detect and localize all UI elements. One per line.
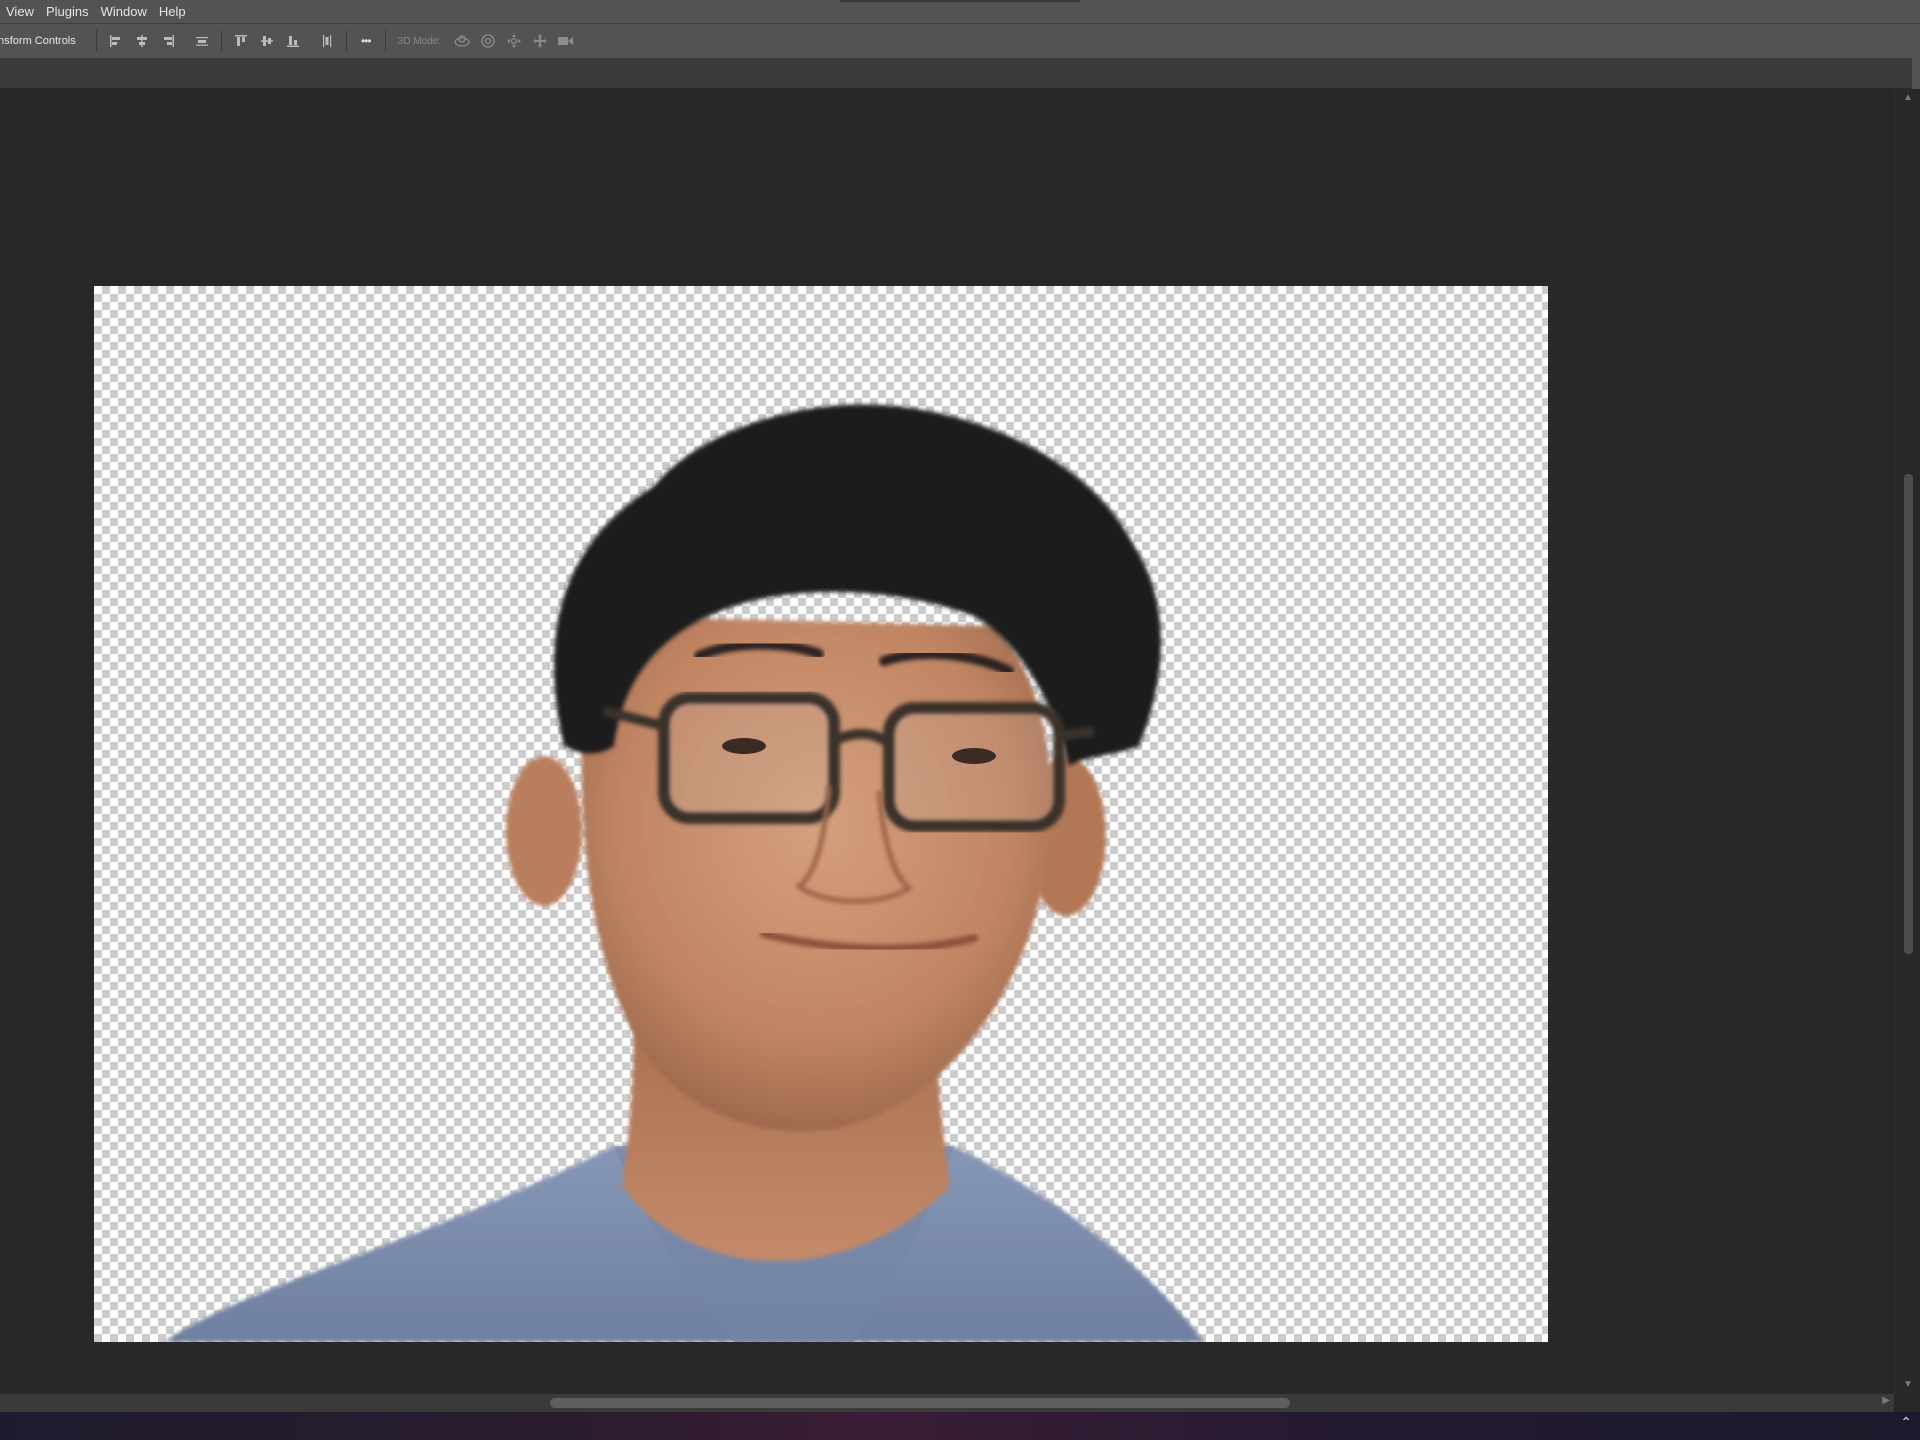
align-vertical-centers-icon[interactable] — [256, 30, 278, 52]
taskbar: ⌃ — [0, 1412, 1920, 1440]
horizontal-scroll-thumb[interactable] — [550, 1398, 1290, 1408]
separator — [220, 30, 222, 52]
horizontal-scrollbar[interactable]: ▶ — [0, 1394, 1894, 1412]
document-tab-strip — [0, 59, 1920, 89]
vertical-scrollbar[interactable]: ▲ ▼ — [1894, 89, 1920, 1394]
left-ear — [506, 756, 582, 906]
portrait-image — [164, 404, 1204, 1342]
show-transform-controls-label[interactable]: ansform Controls — [0, 35, 76, 47]
menu-plugins[interactable]: Plugins — [40, 0, 95, 24]
distribute-horizontal-icon[interactable] — [316, 30, 338, 52]
separator — [95, 30, 97, 52]
separator — [384, 30, 386, 52]
slide-3d-icon[interactable] — [529, 30, 551, 52]
more-options-glyph: ••• — [360, 34, 372, 48]
align-bottom-edges-icon[interactable] — [282, 30, 304, 52]
title-tab-indicator — [840, 0, 1080, 2]
separator — [345, 30, 347, 52]
vertical-scroll-thumb[interactable] — [1904, 474, 1913, 954]
menu-help[interactable]: Help — [153, 0, 192, 24]
menu-window[interactable]: Window — [95, 0, 153, 24]
document-canvas[interactable] — [94, 286, 1548, 1342]
align-right-edges-icon[interactable] — [157, 30, 179, 52]
menu-bar: View Plugins Window Help — [0, 0, 1920, 24]
scroll-down-icon[interactable]: ▼ — [1901, 1378, 1915, 1392]
3d-mode-label: 3D Mode: — [397, 35, 442, 47]
menu-view[interactable]: View — [0, 0, 40, 24]
options-bar: ansform Controls ••• 3D Mode: — [0, 24, 1920, 59]
more-options-icon[interactable]: ••• — [355, 30, 377, 52]
tray-chevron-up-icon[interactable]: ⌃ — [1900, 1414, 1912, 1431]
roll-3d-icon[interactable] — [477, 30, 499, 52]
orbit-3d-icon[interactable] — [451, 30, 473, 52]
pan-3d-icon[interactable] — [503, 30, 525, 52]
scroll-right-icon[interactable]: ▶ — [1882, 1395, 1890, 1406]
align-left-edges-icon[interactable] — [105, 30, 127, 52]
align-horizontal-centers-icon[interactable] — [131, 30, 153, 52]
scale-3d-icon[interactable] — [555, 30, 577, 52]
scroll-up-icon[interactable]: ▲ — [1901, 91, 1915, 105]
align-top-edges-icon[interactable] — [230, 30, 252, 52]
distribute-vertical-icon[interactable] — [191, 30, 213, 52]
